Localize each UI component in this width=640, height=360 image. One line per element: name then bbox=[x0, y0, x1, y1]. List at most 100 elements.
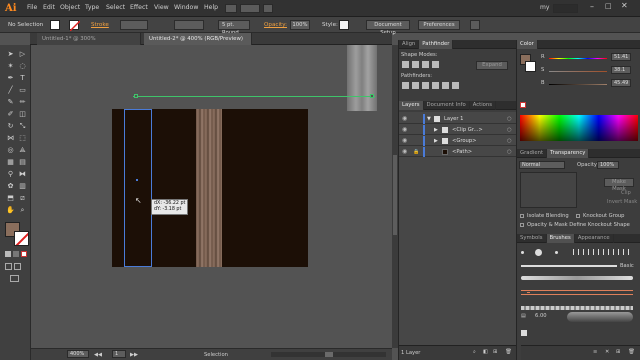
next-artboard-icon[interactable]: ▶▶ bbox=[130, 352, 138, 358]
direct-selection-tool-icon[interactable]: ▷ bbox=[18, 50, 27, 59]
hand-tool-icon[interactable]: ✋ bbox=[6, 206, 15, 215]
minus-front-icon[interactable] bbox=[412, 61, 419, 68]
clip-checkbox-label[interactable]: Clip bbox=[621, 190, 631, 196]
invert-mask-checkbox-label[interactable]: Invert Mask bbox=[607, 199, 637, 205]
draw-behind-icon[interactable] bbox=[14, 263, 21, 270]
lock-icon[interactable]: 🔒 bbox=[413, 147, 419, 157]
first-artboard-icon[interactable]: ◀◀ bbox=[94, 352, 102, 358]
crop-icon[interactable] bbox=[432, 82, 439, 89]
blend-tool-icon[interactable]: ⧓ bbox=[18, 170, 27, 179]
unite-icon[interactable] bbox=[402, 61, 409, 68]
anchor-point-left[interactable] bbox=[134, 94, 138, 98]
blob-brush-tool-icon[interactable]: ✐ bbox=[6, 110, 15, 119]
stroke-weight-field[interactable] bbox=[120, 20, 148, 30]
visibility-eye-icon[interactable]: ◉ bbox=[402, 136, 407, 146]
eyedropper-tool-icon[interactable]: ⚲ bbox=[6, 170, 15, 179]
expand-button[interactable]: Expand bbox=[476, 61, 508, 70]
menu-select[interactable]: Select bbox=[106, 4, 125, 11]
opacity-mask-knockout-checkbox[interactable] bbox=[520, 223, 524, 227]
brush-dot-small[interactable] bbox=[521, 251, 524, 254]
lasso-tool-icon[interactable]: ◌ bbox=[18, 62, 27, 71]
tab-pathfinder[interactable]: Pathfinder bbox=[419, 40, 454, 49]
color-spectrum[interactable] bbox=[520, 115, 638, 141]
paintbrush-tool-icon[interactable]: ✎ bbox=[6, 98, 15, 107]
target-circle-icon[interactable]: ○ bbox=[507, 114, 512, 124]
tab-untitled-1[interactable]: Untitled-1* @ 300% (RGB/Preview) bbox=[37, 33, 141, 54]
wood-texture-strip[interactable] bbox=[196, 109, 222, 267]
graph-tool-icon[interactable]: ▥ bbox=[18, 182, 27, 191]
minus-back-icon[interactable] bbox=[452, 82, 459, 89]
layer-name[interactable]: Layer 1 bbox=[444, 114, 463, 124]
symbol-sprayer-tool-icon[interactable]: ✿ bbox=[6, 182, 15, 191]
outline-icon[interactable] bbox=[442, 82, 449, 89]
gpu-button[interactable] bbox=[263, 4, 273, 13]
brush-strokes-row[interactable] bbox=[573, 249, 633, 255]
merge-icon[interactable] bbox=[422, 82, 429, 89]
graphic-style-swatch[interactable] bbox=[339, 20, 349, 30]
layer-row-layer-1[interactable]: ◉ ▼ Layer 1 ○ bbox=[399, 114, 517, 124]
intersect-icon[interactable] bbox=[422, 61, 429, 68]
horizontal-scroll-thumb[interactable] bbox=[325, 352, 333, 357]
make-mask-button[interactable]: Make Mask bbox=[604, 178, 634, 192]
tab-gradient[interactable]: Gradient bbox=[517, 149, 548, 158]
variable-width-profile[interactable] bbox=[174, 20, 204, 30]
layer-row-group[interactable]: ◉ ▶ <Group> ○ bbox=[399, 136, 517, 146]
tab-brushes[interactable]: Brushes bbox=[546, 234, 575, 243]
arrange-icon[interactable] bbox=[470, 20, 480, 30]
draw-normal-icon[interactable] bbox=[5, 263, 12, 270]
artboard-number-field[interactable]: 1 bbox=[112, 350, 126, 358]
magic-wand-tool-icon[interactable]: ✶ bbox=[6, 62, 15, 71]
blend-mode-dropdown[interactable]: Normal bbox=[519, 161, 565, 169]
expand-triangle-icon[interactable]: ▶ bbox=[434, 125, 438, 135]
type-tool-icon[interactable]: T bbox=[18, 74, 27, 83]
tab-transparency[interactable]: Transparency bbox=[547, 149, 590, 158]
brush-definition-dropdown[interactable]: 5 pt. Round bbox=[218, 20, 250, 36]
brush-dot-large[interactable] bbox=[535, 249, 542, 256]
target-circle-icon[interactable]: ○ bbox=[507, 125, 512, 135]
layer-row-path[interactable]: ◉ 🔒 <Path> ○ bbox=[399, 147, 517, 157]
channel-s-value[interactable]: 38.1 bbox=[611, 66, 631, 74]
opacity-label[interactable]: Opacity: bbox=[264, 22, 287, 28]
brush-orange-art-stroke[interactable] bbox=[521, 290, 633, 295]
vertical-scroll-thumb[interactable] bbox=[393, 155, 397, 235]
channel-h-slider[interactable] bbox=[549, 58, 607, 59]
trim-icon[interactable] bbox=[412, 82, 419, 89]
selection-tool-icon[interactable]: ➤ bbox=[6, 50, 15, 59]
tab-untitled-2[interactable]: Untitled-2* @ 400% (RGB/Preview) bbox=[144, 33, 252, 45]
gradient-tool-icon[interactable]: ▤ bbox=[18, 158, 27, 167]
tab-align[interactable]: Align bbox=[399, 40, 420, 49]
visibility-eye-icon[interactable]: ◉ bbox=[402, 147, 407, 157]
target-circle-icon[interactable]: ○ bbox=[507, 147, 512, 157]
arrange-documents-button[interactable] bbox=[240, 4, 260, 13]
channel-h-value[interactable]: 51.41 bbox=[611, 53, 631, 61]
tab-appearance[interactable]: Appearance bbox=[575, 234, 614, 243]
tab-symbols[interactable]: Symbols bbox=[517, 234, 547, 243]
none-color-icon[interactable] bbox=[520, 102, 526, 108]
tab-color[interactable]: Color bbox=[517, 40, 538, 49]
perspective-grid-tool-icon[interactable]: ⟁ bbox=[18, 146, 27, 155]
eraser-tool-icon[interactable]: ◫ bbox=[18, 110, 27, 119]
stroke-label[interactable]: Stroke bbox=[91, 22, 109, 28]
slice-tool-icon[interactable]: ⧄ bbox=[18, 194, 27, 203]
trash-icon[interactable]: 🗑 bbox=[505, 349, 512, 355]
brush-calligraphic-stroke[interactable] bbox=[521, 276, 633, 280]
mesh-tool-icon[interactable]: ▦ bbox=[6, 158, 15, 167]
artboard-tool-icon[interactable]: ⬒ bbox=[6, 194, 15, 203]
rectangle-tool-icon[interactable]: ▭ bbox=[18, 86, 27, 95]
layer-name[interactable]: <Group> bbox=[452, 136, 477, 146]
layer-name[interactable]: <Path> bbox=[452, 147, 472, 157]
horizontal-scrollbar[interactable] bbox=[271, 352, 386, 357]
brush-bristle-stroke[interactable] bbox=[567, 312, 633, 322]
divide-icon[interactable] bbox=[402, 82, 409, 89]
free-transform-tool-icon[interactable]: ⬚ bbox=[18, 134, 27, 143]
rotate-tool-icon[interactable]: ↻ bbox=[6, 122, 15, 131]
make-clipping-mask-icon[interactable]: ◧ bbox=[483, 349, 488, 355]
layer-row-clip-group[interactable]: ◉ ▶ <Clip Gr...> ○ bbox=[399, 125, 517, 135]
knockout-group-checkbox[interactable] bbox=[576, 214, 580, 218]
search-help-field[interactable] bbox=[553, 4, 578, 13]
minimize-icon[interactable]: – bbox=[590, 2, 594, 11]
pencil-tool-icon[interactable]: ✏ bbox=[18, 98, 27, 107]
expand-triangle-icon[interactable]: ▶ bbox=[434, 136, 438, 146]
exclude-icon[interactable] bbox=[432, 61, 439, 68]
brush-texture-stroke[interactable] bbox=[521, 306, 633, 310]
